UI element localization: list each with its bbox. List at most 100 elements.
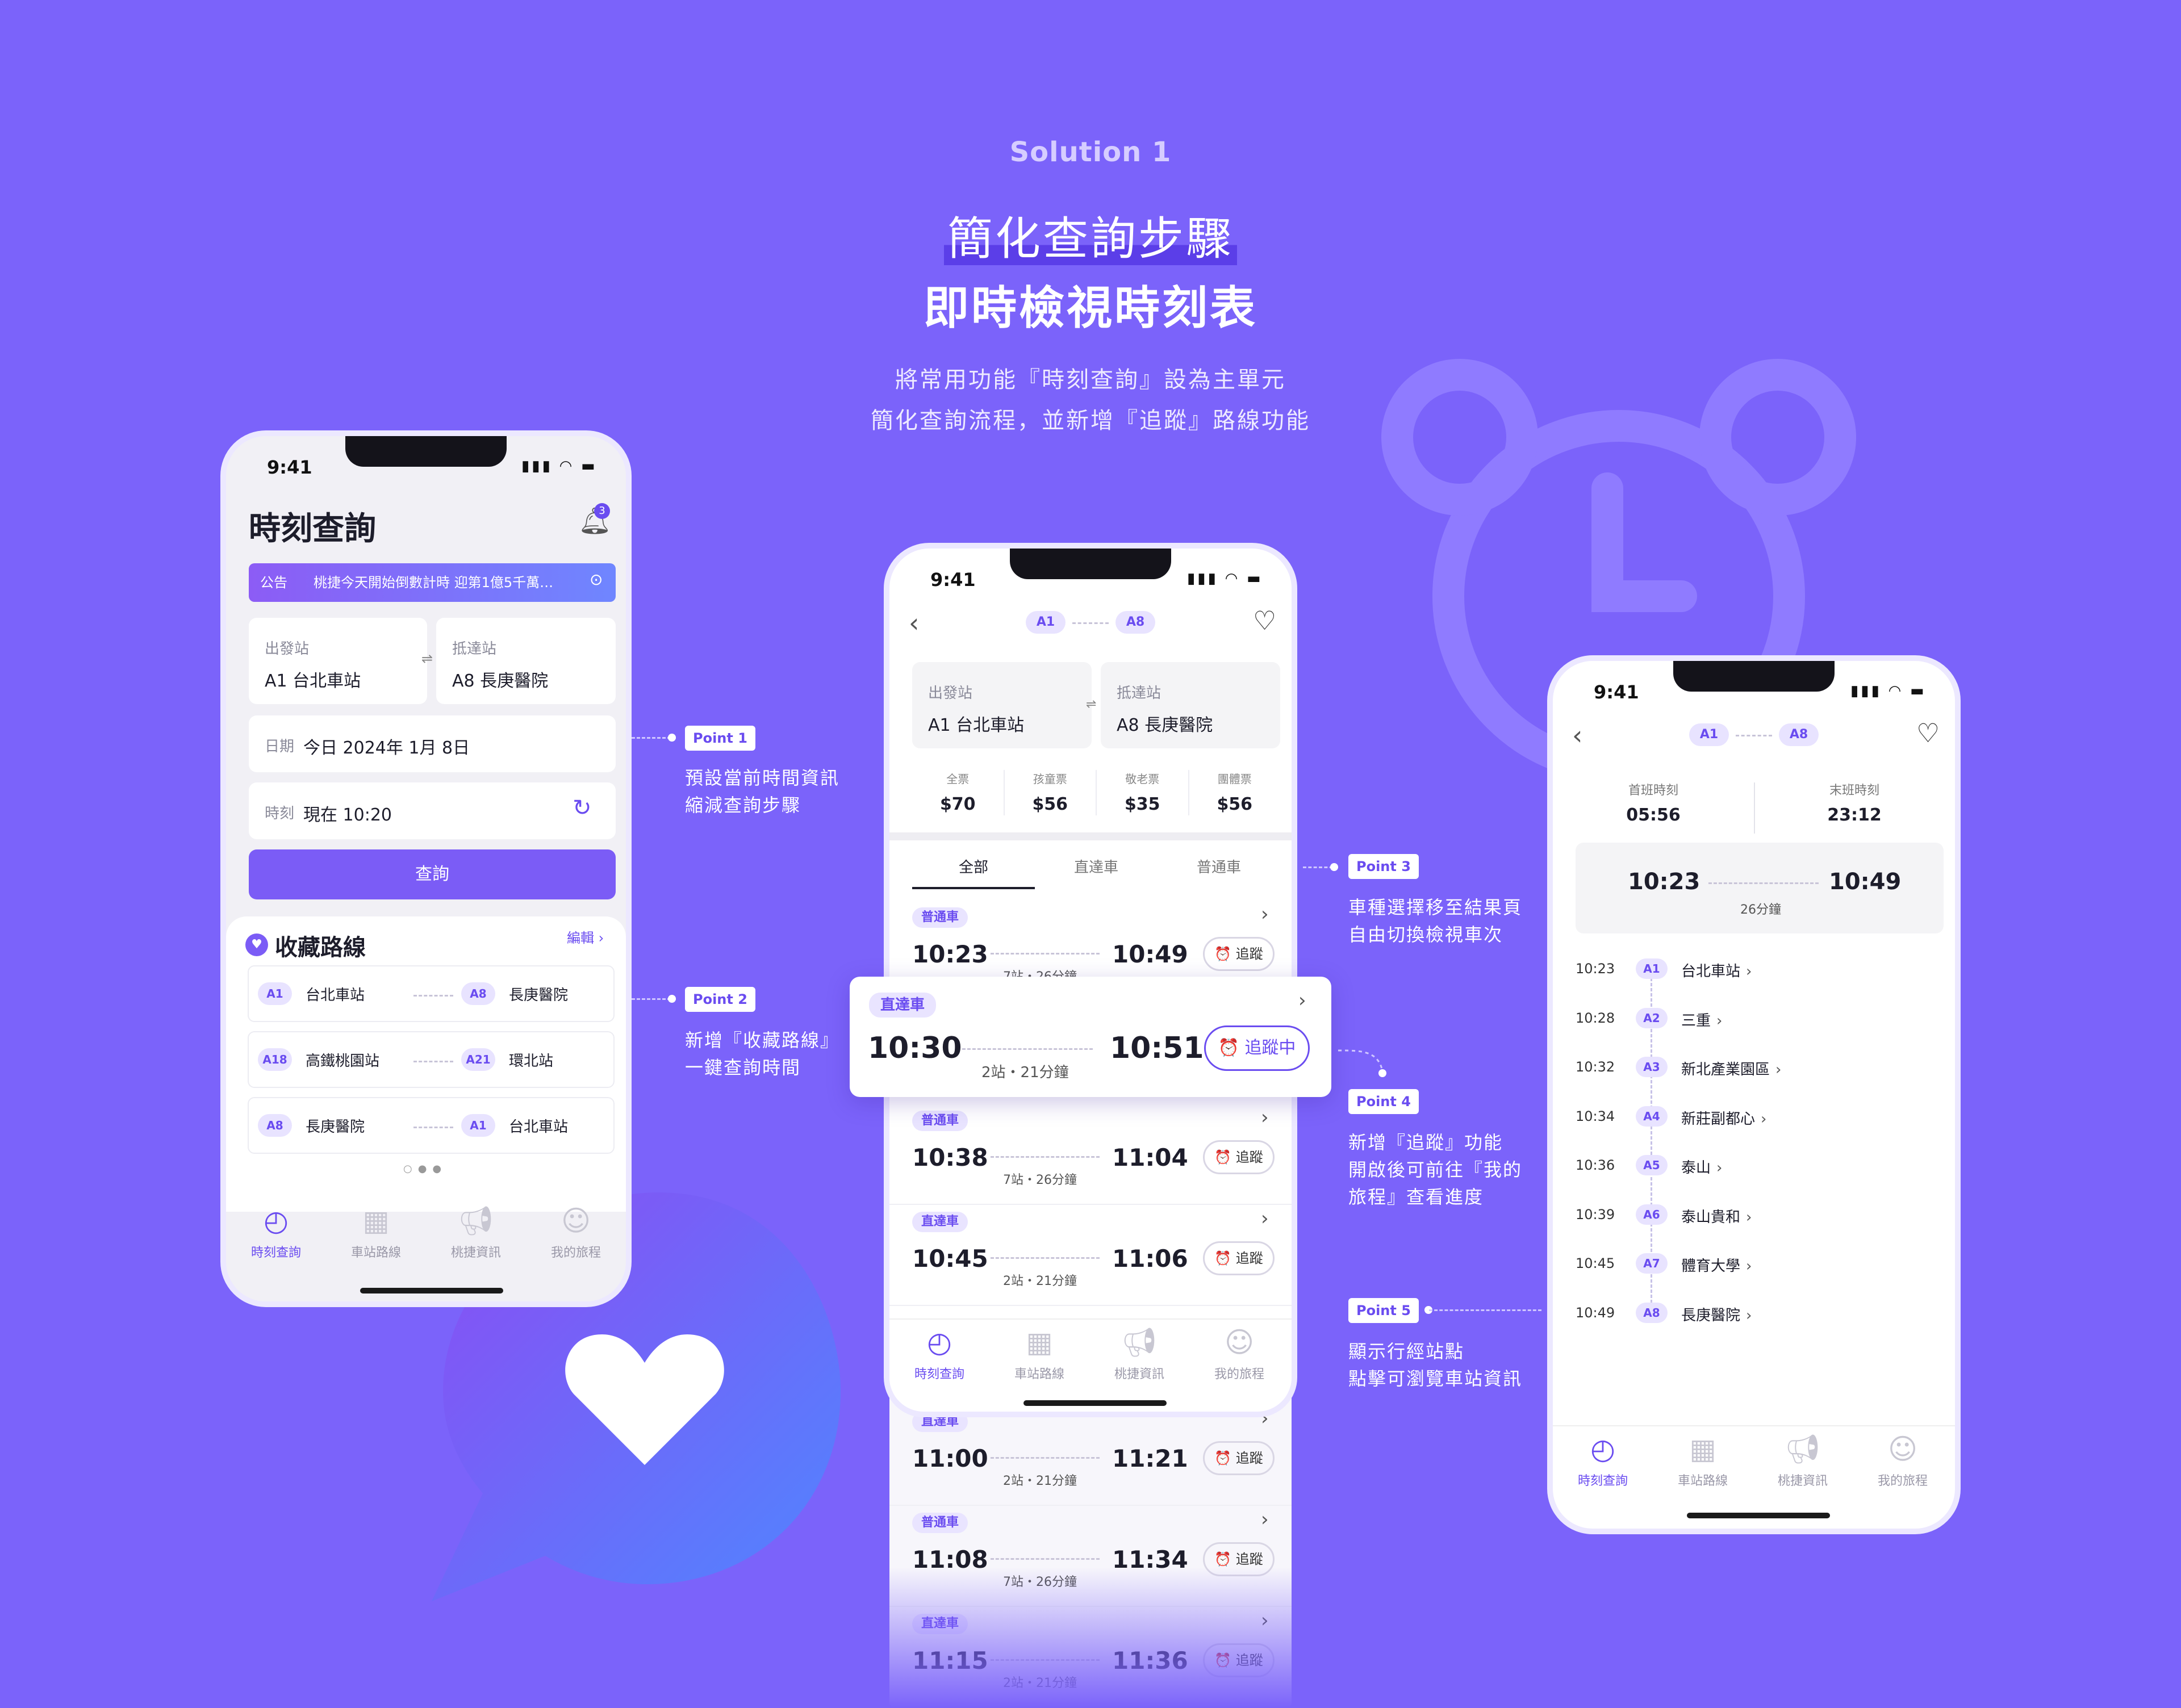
nav-tab-3[interactable]: 📢︎ 桃捷資訊 [426, 1204, 526, 1261]
route-dash [413, 1061, 453, 1062]
trip-line [1708, 882, 1819, 884]
to-code: A21 [461, 1048, 495, 1071]
favorite-route-row[interactable]: A18 高鐵桃園站 A21 環北站 [248, 1031, 615, 1088]
favorite-route-row[interactable]: A1 台北車站 A8 長庚醫院 [248, 965, 615, 1022]
megaphone-icon: 📢︎ [458, 1204, 494, 1237]
favorite-route-row[interactable]: A8 長庚醫院 A1 台北車站 [248, 1097, 615, 1154]
divider [889, 832, 1292, 840]
notice-text: 桃捷今天開始倒數計時 迎第1億5千萬… [314, 575, 554, 591]
chevron-right-icon: › [1761, 1110, 1767, 1128]
train-row[interactable]: 普通車 › 10:38 7站・26分鐘 11:04 ⏰ 追蹤 [889, 1104, 1292, 1205]
nav-tab-3[interactable]: 📢︎ 桃捷資訊 [1089, 1325, 1189, 1382]
favorites-panel: ♥ 收藏路線 編輯 › A1 台北車站 A8 長庚醫院 A18 高鐵桃園站 A21 環北站 A8… [226, 916, 626, 1212]
tab-2[interactable]: 直達車 [1035, 849, 1158, 889]
route-line [1736, 735, 1772, 736]
track-label: 追蹤 [1235, 1250, 1263, 1266]
tracking-button[interactable]: ⏰ 追蹤中 [1204, 1025, 1310, 1071]
to-name: 台北車站 [509, 1119, 569, 1136]
notch [1673, 661, 1835, 692]
arrival-field[interactable]: 抵達站 A8 長庚醫院 [1101, 662, 1280, 748]
stop-row[interactable]: 10:32 A3 新北產業園區 › [1553, 1048, 1955, 1087]
depart-time: 10:45 [912, 1245, 988, 1272]
point-3-tag: Point 3 [1348, 854, 1419, 879]
nav-tab-label: 我的旅程 [1214, 1367, 1264, 1382]
tab-3[interactable]: 普通車 [1158, 849, 1280, 889]
stop-row[interactable]: 10:49 A8 長庚醫院 › [1553, 1293, 1955, 1333]
heart-outline-icon[interactable]: ♡ [1916, 718, 1940, 748]
status-time: 9:41 [267, 457, 312, 478]
departure-field[interactable]: 出發站 A1 台北車站 [249, 618, 427, 704]
tab-1[interactable]: 全部 [912, 849, 1035, 889]
departure-value: A1 台北車站 [265, 671, 361, 691]
nav-tab-2[interactable]: ▦ 車站路線 [326, 1204, 426, 1261]
from-name: 長庚醫院 [306, 1119, 365, 1136]
swap-icon[interactable]: ⇌ [421, 651, 433, 667]
chevron-right-icon: › [1261, 903, 1269, 926]
stop-code: A4 [1636, 1106, 1668, 1127]
clock-icon: ◴ [264, 1204, 289, 1237]
stop-time: 10:45 [1576, 1255, 1615, 1271]
search-button[interactable]: 查詢 [249, 849, 616, 899]
time-field[interactable]: 時刻 現在 10:20 ↻ [249, 782, 616, 839]
bottom-nav: ◴ 時刻查詢 ▦ 車站路線 📢︎ 桃捷資訊 ☺ 我的旅程 [889, 1318, 1292, 1387]
stop-code: A2 [1636, 1007, 1668, 1028]
fare-label: 團體票 [1217, 772, 1252, 786]
stop-name: 長庚醫院 › [1681, 1307, 1752, 1324]
track-button[interactable]: ⏰ 追蹤 [1203, 937, 1275, 971]
stop-row[interactable]: 10:36 A5 泰山 › [1553, 1146, 1955, 1186]
stop-time: 10:34 [1576, 1108, 1615, 1124]
notch [1010, 549, 1171, 579]
departure-field[interactable]: 出發站 A1 台北車站 [912, 662, 1092, 748]
nav-tab-1[interactable]: ◴ 時刻查詢 [226, 1204, 326, 1261]
back-icon[interactable]: ‹ [1572, 720, 1582, 751]
train-type-tag: 直達車 [869, 993, 937, 1018]
chevron-right-icon: › [1261, 1106, 1269, 1129]
train-row[interactable]: 直達車 › 11:00 2站・21分鐘 11:21 ⏰ 追蹤 [889, 1405, 1292, 1506]
trip-info: 7站・26分鐘 [1003, 1173, 1077, 1187]
notice-banner[interactable]: 公告 桃捷今天開始倒數計時 迎第1億5千萬… ⊙ [249, 563, 616, 602]
train-row[interactable]: 直達車 › 10:45 2站・21分鐘 11:06 ⏰ 追蹤 [889, 1205, 1292, 1306]
fare-value: $35 [1124, 794, 1160, 814]
track-button[interactable]: ⏰ 追蹤 [1203, 1441, 1275, 1475]
edit-link[interactable]: 編輯 › [567, 927, 604, 947]
arrival-field[interactable]: 抵達站 A8 長庚醫院 [436, 618, 616, 704]
heart-outline-icon[interactable]: ♡ [1253, 605, 1276, 636]
stop-name: 新莊副都心 › [1681, 1110, 1767, 1128]
nav-tab-3[interactable]: 📢︎ 桃捷資訊 [1753, 1432, 1853, 1489]
track-button[interactable]: ⏰ 追蹤 [1203, 1241, 1275, 1275]
clock-icon: ◴ [1590, 1433, 1615, 1466]
arrival-label: 抵達站 [1117, 685, 1161, 702]
stop-row[interactable]: 10:34 A4 新莊副都心 › [1553, 1097, 1955, 1137]
status-icons: ▮▮▮ ◠ ▬ [1850, 683, 1927, 700]
stop-row[interactable]: 10:39 A6 泰山貴和 › [1553, 1195, 1955, 1235]
depart-time: 10:30 [868, 1031, 962, 1065]
nav-tab-4[interactable]: ☺ 我的旅程 [526, 1204, 626, 1261]
track-button[interactable]: ⏰ 追蹤 [1203, 1140, 1275, 1174]
trip-info: 2站・21分鐘 [1003, 1474, 1077, 1488]
stop-name: 三重 › [1681, 1012, 1723, 1029]
swap-icon[interactable]: ⇌ [1086, 697, 1096, 711]
time-value: 現在 10:20 [303, 805, 392, 825]
nav-tab-1[interactable]: ◴ 時刻查詢 [1553, 1432, 1653, 1489]
nav-tab-2[interactable]: ▦ 車站路線 [989, 1325, 1089, 1382]
nav-tab-2[interactable]: ▦ 車站路線 [1653, 1432, 1753, 1489]
nav-tab-4[interactable]: ☺ 我的旅程 [1189, 1325, 1289, 1382]
stop-row[interactable]: 10:28 A2 三重 › [1553, 999, 1955, 1039]
nav-tab-1[interactable]: ◴ 時刻查詢 [889, 1325, 989, 1382]
route-line [1072, 622, 1109, 624]
stop-row[interactable]: 10:23 A1 台北車站 › [1553, 949, 1955, 989]
date-field[interactable]: 日期 今日 2024年 1月 8日 [249, 715, 616, 772]
stop-name: 新北產業園區 › [1681, 1061, 1782, 1078]
back-icon[interactable]: ‹ [909, 608, 919, 638]
stop-row[interactable]: 10:45 A7 體育大學 › [1553, 1244, 1955, 1284]
refresh-icon[interactable]: ↻ [573, 795, 592, 821]
stop-code: A3 [1636, 1057, 1668, 1077]
nav-tab-4[interactable]: ☺ 我的旅程 [1853, 1432, 1953, 1489]
stop-code: A8 [1636, 1302, 1668, 1323]
solution-label: Solution 1 [1009, 136, 1172, 168]
route-from-chip: A1 [1689, 723, 1729, 746]
tracked-train-card[interactable]: 直達車 › 10:30 2站・21分鐘 10:51 ⏰ 追蹤中 [850, 977, 1331, 1097]
fare-label: 敬老票 [1125, 772, 1160, 786]
trip-line [991, 1558, 1100, 1560]
from-code: A8 [258, 1114, 292, 1137]
